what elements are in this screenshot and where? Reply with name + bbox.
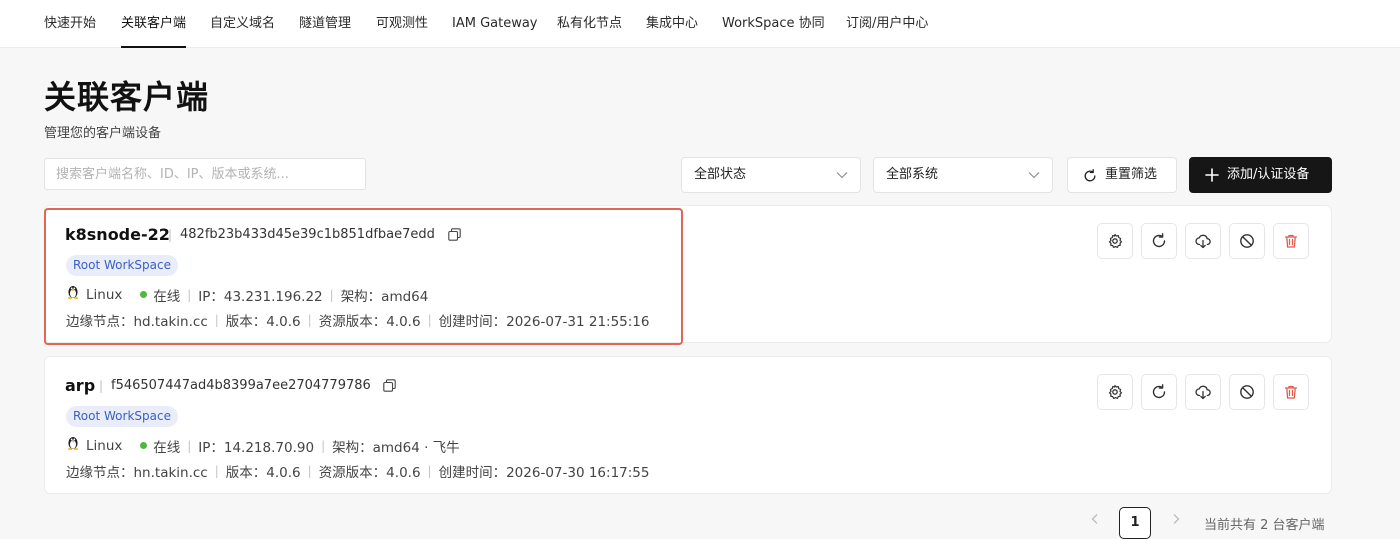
- page-title: 关联客户端: [44, 78, 210, 116]
- chevron-left-icon[interactable]: [1088, 512, 1102, 526]
- divider: |: [168, 228, 173, 242]
- client-version: 版本：4.0.6: [225, 465, 301, 481]
- delete-button[interactable]: [1273, 374, 1309, 410]
- client-detail-line: 边缘节点：hd.takin.cc | 版本：4.0.6 | 资源版本：4.0.6 | 创建时…: [66, 310, 650, 330]
- reset-filters-label: 重置筛选: [1105, 167, 1158, 182]
- cloud-download-icon: [1195, 234, 1211, 249]
- copy-icon[interactable]: [448, 228, 461, 241]
- client-card: k8snode-22 | 482fb23b433d45e39c1b851dfba…: [44, 205, 1332, 343]
- settings-button[interactable]: [1097, 374, 1133, 410]
- linux-penguin-icon: [67, 437, 79, 450]
- plus-icon: [1205, 168, 1219, 182]
- update-button[interactable]: [1185, 223, 1221, 259]
- client-ip: IP：43.231.196.22: [198, 289, 323, 305]
- trash-icon: [1284, 385, 1298, 399]
- ban-icon: [1240, 234, 1254, 248]
- top-nav: 快速开始 关联客户端 自定义域名 隧道管理 可观测性 IAM Gateway 私…: [0, 0, 1400, 48]
- client-status: 在线: [153, 289, 181, 305]
- client-arch: 架构：amd64: [340, 289, 429, 305]
- client-actions: [1097, 223, 1311, 259]
- update-button[interactable]: [1185, 374, 1221, 410]
- online-status-dot: [140, 290, 148, 298]
- tab-quick-start[interactable]: 快速开始: [44, 0, 96, 48]
- client-id: 482fb23b433d45e39c1b851dfbae7edd: [180, 227, 435, 242]
- client-card: arp | f546507447ad4b8399a7ee2704779786 R…: [44, 356, 1332, 494]
- client-resource-version: 资源版本：4.0.6: [318, 465, 421, 481]
- search-input[interactable]: [44, 158, 366, 190]
- gear-icon: [1108, 384, 1123, 399]
- client-id: f546507447ad4b8399a7ee2704779786: [111, 378, 371, 393]
- system-select-value: 全部系统: [886, 167, 939, 182]
- client-status: 在线: [153, 440, 181, 456]
- client-resource-version: 资源版本：4.0.6: [318, 314, 421, 330]
- workspace-badge: Root WorkSpace: [66, 255, 178, 276]
- tab-subscription-user-center[interactable]: 订阅/用户中心: [846, 0, 928, 48]
- divider: |: [99, 379, 104, 393]
- restart-button[interactable]: [1141, 223, 1177, 259]
- tab-tunnel-management[interactable]: 隧道管理: [299, 0, 351, 48]
- ban-icon: [1240, 385, 1254, 399]
- refresh-icon: [1152, 384, 1166, 399]
- trash-icon: [1284, 234, 1298, 248]
- tab-private-nodes[interactable]: 私有化节点: [557, 0, 622, 48]
- reset-filters-button[interactable]: 重置筛选: [1067, 157, 1177, 193]
- client-os: Linux: [86, 287, 123, 303]
- tab-observability[interactable]: 可观测性: [376, 0, 428, 48]
- tab-iam-gateway[interactable]: IAM Gateway: [452, 0, 538, 48]
- status-select[interactable]: 全部状态: [681, 157, 861, 193]
- disable-button[interactable]: [1229, 374, 1265, 410]
- tab-custom-domain[interactable]: 自定义域名: [210, 0, 275, 48]
- client-actions: [1097, 374, 1311, 410]
- online-status-dot: [140, 441, 148, 449]
- delete-button[interactable]: [1273, 223, 1309, 259]
- client-os: Linux: [86, 438, 123, 454]
- client-arch: 架构：amd64 · 飞牛: [332, 440, 460, 456]
- cloud-download-icon: [1195, 385, 1211, 400]
- system-select[interactable]: 全部系统: [873, 157, 1053, 193]
- chevron-down-icon: [1028, 172, 1040, 179]
- tab-workspace-collab[interactable]: WorkSpace 协同: [722, 0, 825, 48]
- client-ip: IP：14.218.70.90: [198, 440, 315, 456]
- page-subtitle: 管理您的客户端设备: [44, 126, 162, 141]
- pagination-total: 当前共有 2 台客户端: [1204, 518, 1325, 533]
- refresh-icon: [1152, 233, 1166, 248]
- client-version: 版本：4.0.6: [225, 314, 301, 330]
- workspace-badge: Root WorkSpace: [66, 406, 178, 427]
- restart-button[interactable]: [1141, 374, 1177, 410]
- chevron-right-icon[interactable]: [1169, 512, 1183, 526]
- disable-button[interactable]: [1229, 223, 1265, 259]
- refresh-icon: [1084, 169, 1096, 182]
- client-created-time: 创建时间：2026-07-30 16:17:55: [438, 465, 650, 481]
- add-device-label: 添加/认证设备: [1227, 167, 1310, 182]
- linux-penguin-icon: [67, 286, 79, 299]
- gear-icon: [1108, 233, 1123, 248]
- tab-linked-clients[interactable]: 关联客户端: [121, 0, 187, 48]
- copy-icon[interactable]: [383, 379, 396, 392]
- client-meta-line: Linux 在线 | IP：43.231.196.22 | 架构：amd64: [66, 285, 428, 305]
- client-name: k8snode-22: [65, 225, 170, 244]
- settings-button[interactable]: [1097, 223, 1133, 259]
- page-number-button[interactable]: 1: [1119, 507, 1151, 539]
- client-created-time: 创建时间：2026-07-31 21:55:16: [438, 314, 650, 330]
- client-edge-node: 边缘节点：hn.takin.cc: [66, 465, 208, 481]
- tab-integration-center[interactable]: 集成中心: [646, 0, 698, 48]
- client-detail-line: 边缘节点：hn.takin.cc | 版本：4.0.6 | 资源版本：4.0.6 | 创建时…: [66, 461, 649, 481]
- client-name: arp: [65, 376, 96, 395]
- client-meta-line: Linux 在线 | IP：14.218.70.90 | 架构：amd64 · 飞牛: [66, 436, 460, 456]
- client-edge-node: 边缘节点：hd.takin.cc: [66, 314, 208, 330]
- status-select-value: 全部状态: [694, 167, 747, 182]
- add-device-button[interactable]: 添加/认证设备: [1189, 157, 1332, 193]
- chevron-down-icon: [836, 172, 848, 179]
